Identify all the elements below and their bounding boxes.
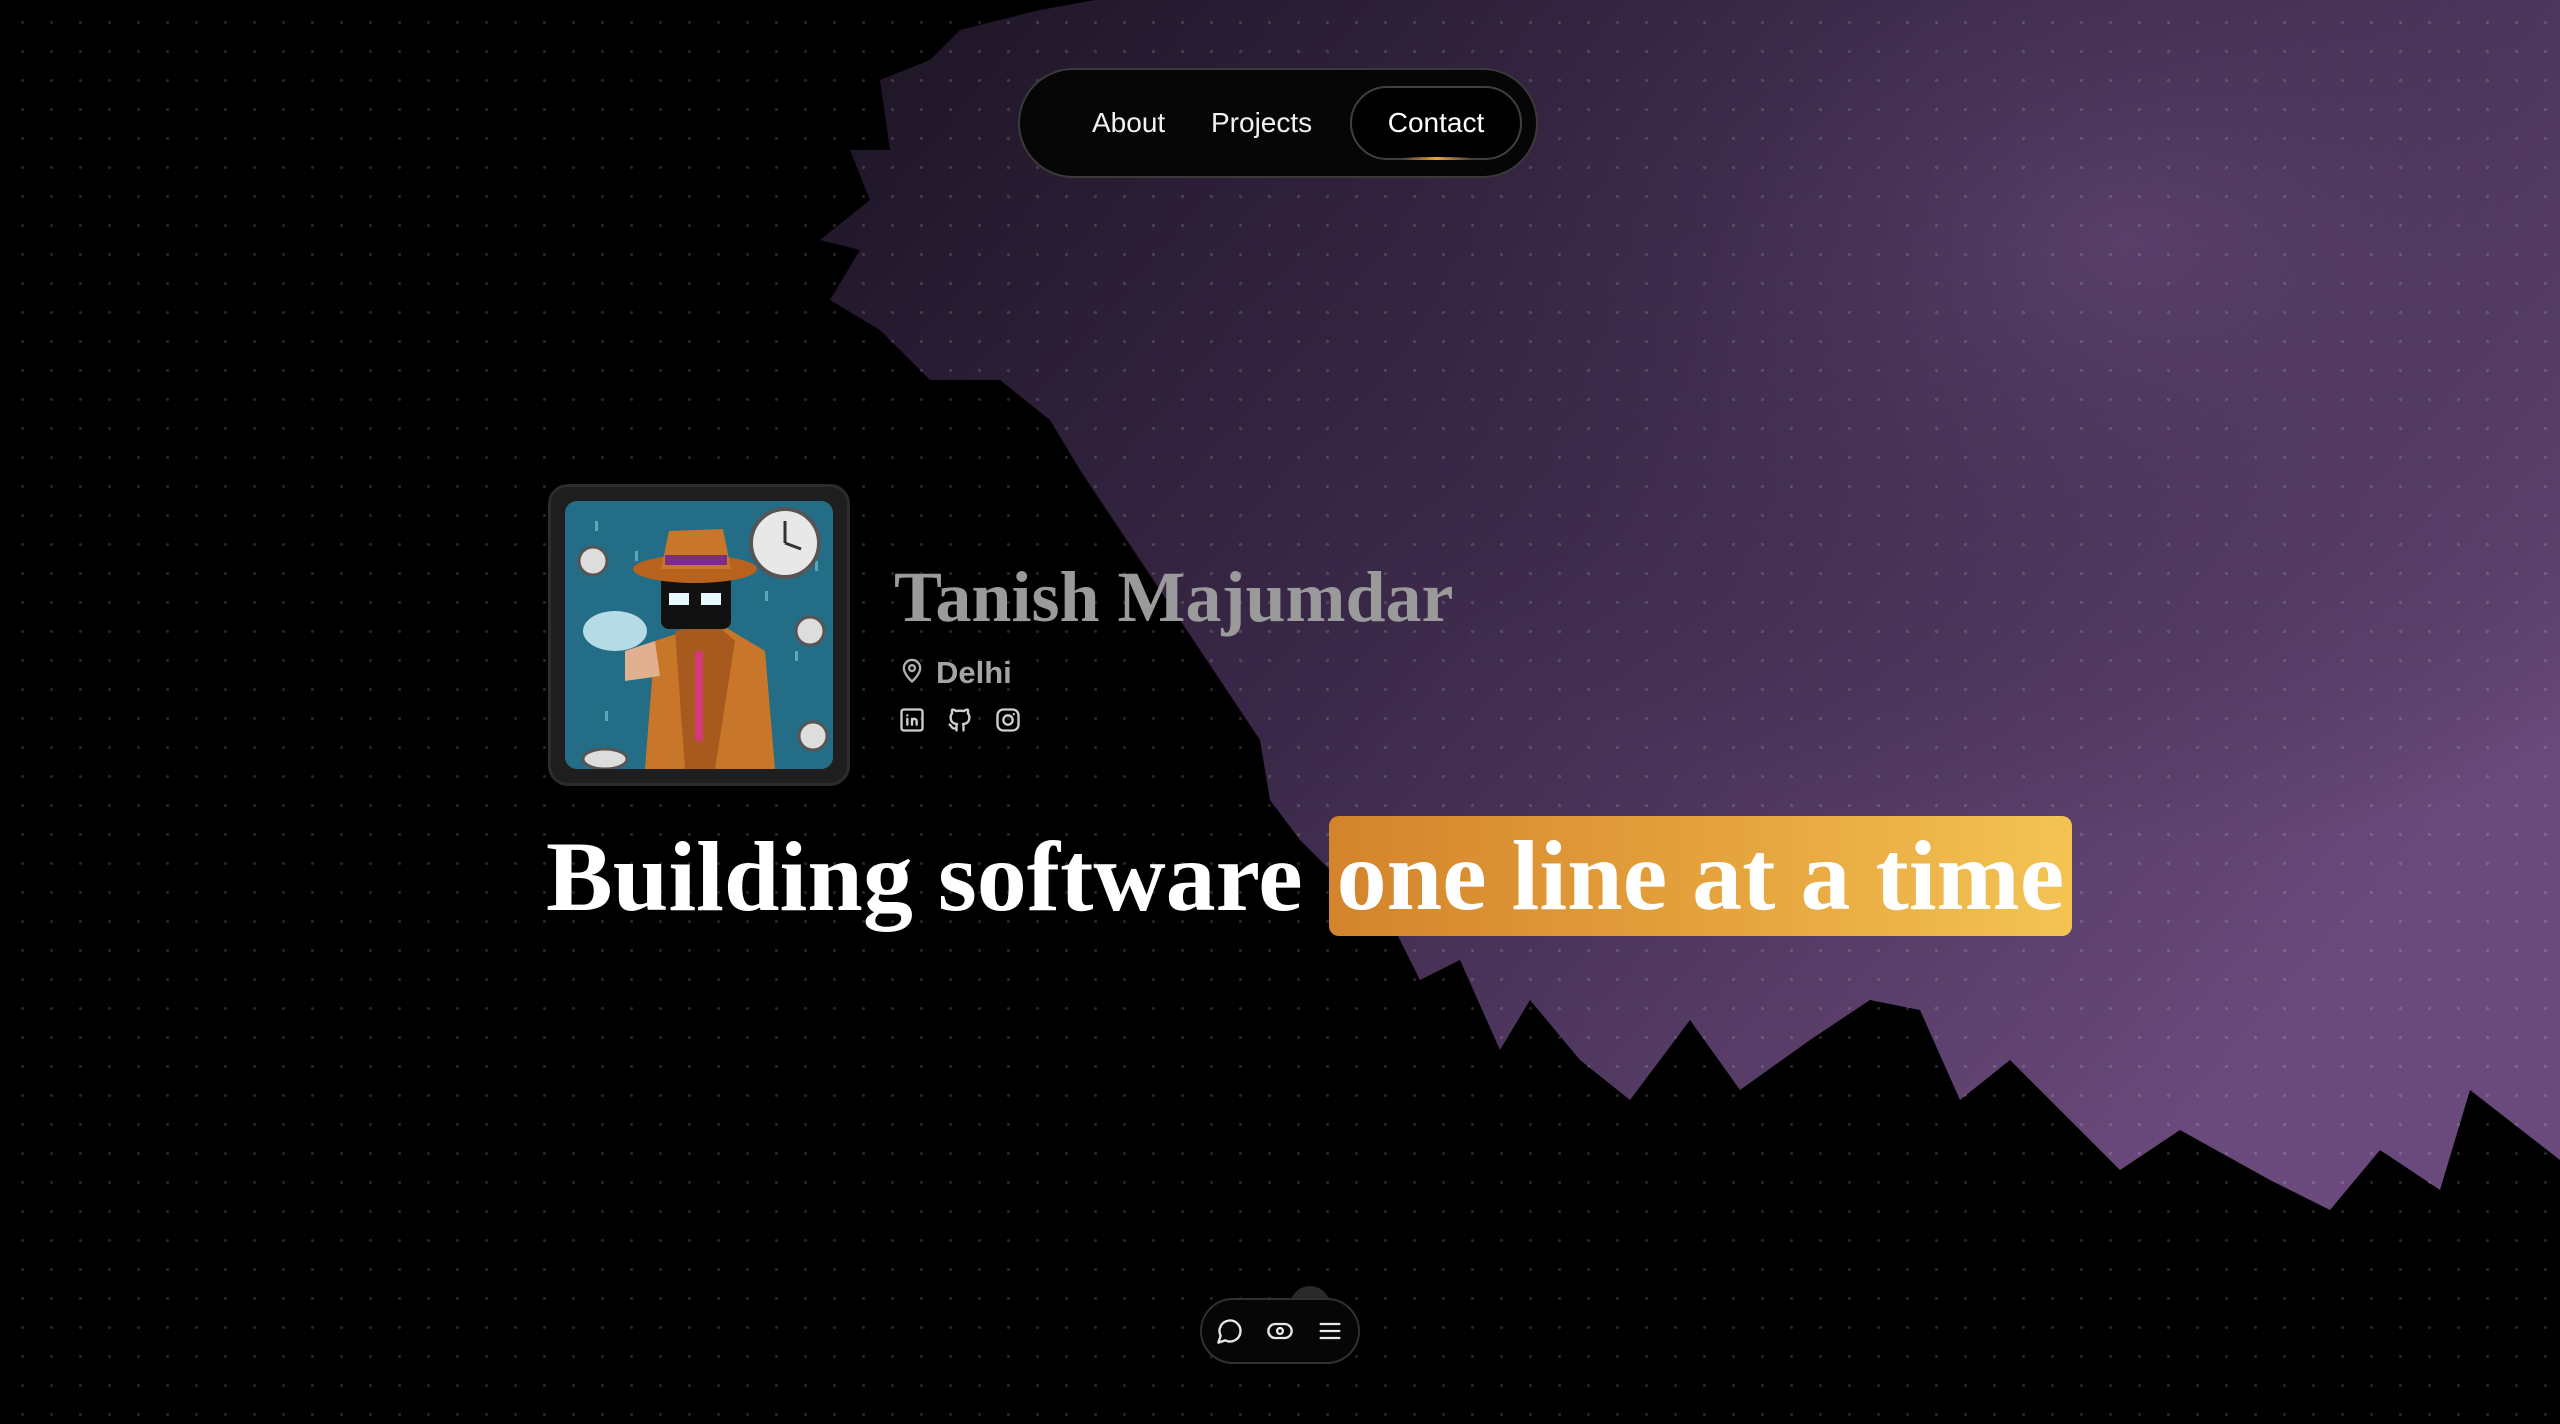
bottom-toolbar bbox=[1200, 1298, 1360, 1364]
active-underline bbox=[1402, 157, 1472, 160]
profile-name: Tanish Majumdar bbox=[894, 557, 1454, 637]
purple-backdrop bbox=[0, 0, 2560, 1424]
top-nav: About Projects Contact bbox=[1018, 68, 1538, 178]
nav-contact-link[interactable]: Contact bbox=[1350, 86, 1522, 160]
headline-prefix: Building software bbox=[546, 820, 1303, 932]
avatar bbox=[548, 484, 850, 786]
chat-icon[interactable] bbox=[1216, 1317, 1244, 1345]
social-links bbox=[898, 706, 1022, 734]
location: Delhi bbox=[898, 652, 1012, 694]
nav-projects-link[interactable]: Projects bbox=[1211, 70, 1312, 176]
instagram-icon[interactable] bbox=[994, 706, 1022, 734]
menu-icon[interactable] bbox=[1316, 1317, 1344, 1345]
eye-icon[interactable] bbox=[1266, 1317, 1294, 1345]
linkedin-icon[interactable] bbox=[898, 706, 926, 734]
hero-headline: Building software one line at a time bbox=[546, 814, 2073, 938]
avatar-image bbox=[565, 501, 833, 769]
headline-highlight: one line at a time bbox=[1328, 816, 2073, 936]
nav-contact-label: Contact bbox=[1387, 107, 1485, 138]
github-icon[interactable] bbox=[946, 706, 974, 734]
map-pin-icon bbox=[898, 657, 926, 690]
nav-about-link[interactable]: About bbox=[1092, 70, 1165, 176]
location-text: Delhi bbox=[936, 655, 1012, 690]
